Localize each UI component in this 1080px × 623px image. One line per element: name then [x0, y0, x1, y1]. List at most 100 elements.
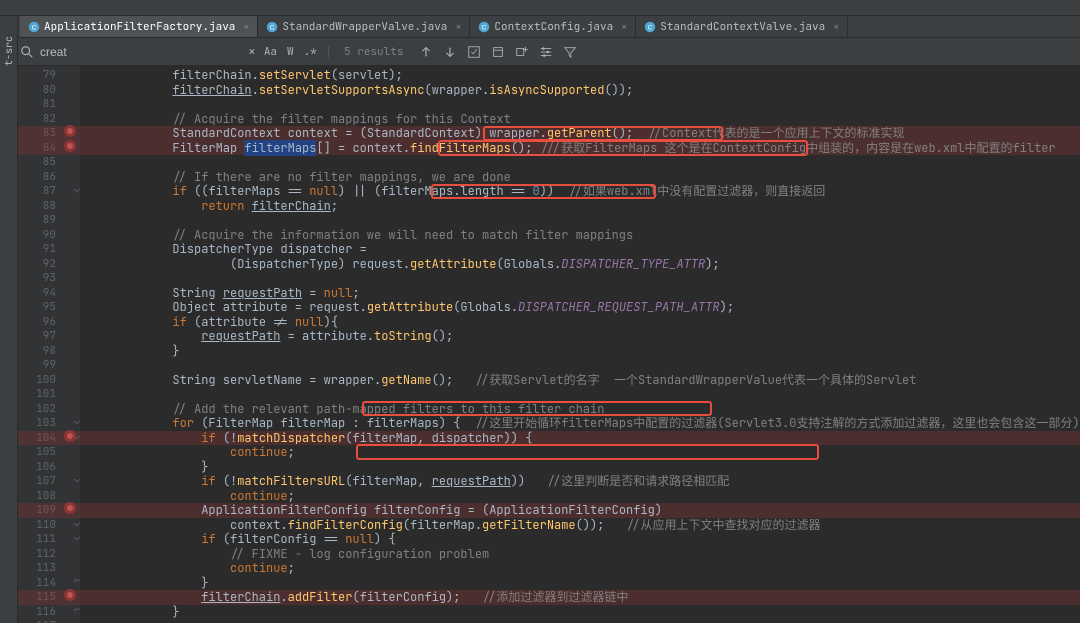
line-number[interactable]: 110 — [18, 518, 62, 533]
line-number[interactable]: 91 — [18, 242, 62, 257]
code-line[interactable]: // Add the relevant path-mapped filters … — [86, 402, 1080, 417]
code-line[interactable]: StandardContext context = (StandardConte… — [18, 126, 1080, 141]
next-match-icon[interactable] — [443, 45, 457, 59]
code-line[interactable]: } — [86, 605, 1080, 620]
code-line[interactable]: DispatcherType dispatcher = — [86, 242, 1080, 257]
code-line[interactable]: continue; — [86, 561, 1080, 576]
line-number[interactable]: 89 — [18, 213, 62, 228]
search-clear-icon[interactable]: × — [248, 43, 256, 60]
code-line[interactable]: Object attribute = request.getAttribute(… — [86, 300, 1080, 315]
tab-3[interactable]: CStandardContextValve.java× — [636, 16, 848, 37]
line-number[interactable]: 96 — [18, 315, 62, 330]
code-line[interactable]: (DispatcherType) request.getAttribute(Gl… — [86, 257, 1080, 272]
line-number[interactable]: 111 — [18, 532, 62, 547]
select-all-icon[interactable] — [467, 45, 481, 59]
code-line[interactable]: if (attribute != null){ — [86, 315, 1080, 330]
line-number[interactable]: 80 — [18, 83, 62, 98]
line-number[interactable]: 102 — [18, 402, 62, 417]
line-number[interactable]: 112 — [18, 547, 62, 562]
line-number[interactable]: 82 — [18, 112, 62, 127]
code-line[interactable] — [86, 213, 1080, 228]
line-number[interactable]: 79 — [18, 68, 62, 83]
line-number[interactable]: 101 — [18, 387, 62, 402]
line-number[interactable]: 108 — [18, 489, 62, 504]
code-line[interactable]: requestPath = attribute.toString(); — [86, 329, 1080, 344]
code-line[interactable]: // Acquire the filter mappings for this … — [86, 112, 1080, 127]
line-number[interactable]: 94 — [18, 286, 62, 301]
code-line[interactable]: } — [86, 344, 1080, 359]
code-area[interactable]: filterChain.setServlet(servlet); filterC… — [86, 66, 1080, 623]
code-line[interactable]: String servletName = wrapper.getName(); … — [86, 373, 1080, 388]
close-icon[interactable]: × — [833, 20, 839, 33]
match-opt-aa[interactable]: Aa — [264, 45, 277, 59]
line-number[interactable]: 85 — [18, 155, 62, 170]
settings-icon[interactable] — [539, 45, 553, 59]
line-number[interactable]: 86 — [18, 170, 62, 185]
match-opt-.*[interactable]: .* — [304, 45, 317, 59]
close-icon[interactable]: × — [243, 20, 249, 33]
tab-1[interactable]: CStandardWrapperValve.java× — [258, 16, 470, 37]
tab-2[interactable]: CContextConfig.java× — [470, 16, 636, 37]
line-number[interactable]: 100 — [18, 373, 62, 388]
code-line[interactable] — [86, 619, 1080, 623]
line-number[interactable]: 116 — [18, 605, 62, 620]
fold-icon[interactable]: ⌄ — [74, 530, 84, 545]
fold-icon[interactable]: ⌐ — [74, 603, 84, 618]
code-line[interactable]: filterChain.setServlet(servlet); — [86, 68, 1080, 83]
line-number[interactable]: 106 — [18, 460, 62, 475]
code-line[interactable] — [86, 358, 1080, 373]
fold-icon[interactable]: ⌄ — [74, 516, 84, 531]
match-opt-w[interactable]: W — [287, 45, 294, 59]
code-line[interactable] — [86, 155, 1080, 170]
code-line[interactable] — [86, 271, 1080, 286]
prev-match-icon[interactable] — [419, 45, 433, 59]
code-line[interactable]: // FIXME - log configuration problem — [86, 547, 1080, 562]
code-line[interactable]: ApplicationFilterConfig filterConfig = (… — [18, 503, 1080, 518]
line-number[interactable]: 87 — [18, 184, 62, 199]
code-line[interactable]: context.findFilterConfig(filterMap.getFi… — [86, 518, 1080, 533]
line-number[interactable]: 107 — [18, 474, 62, 489]
code-line[interactable]: String requestPath = null; — [86, 286, 1080, 301]
line-number[interactable]: 95 — [18, 300, 62, 315]
code-line[interactable]: filterChain.addFilter(filterConfig); //添… — [18, 590, 1080, 605]
line-number[interactable]: 98 — [18, 344, 62, 359]
fold-icon[interactable]: ⌄ — [74, 472, 84, 487]
code-line[interactable]: if ((filterMaps == null) || (filterMaps.… — [86, 184, 1080, 199]
code-line[interactable]: if (filterConfig == null) { — [86, 532, 1080, 547]
line-number[interactable]: 103 — [18, 416, 62, 431]
fold-icon[interactable]: ⌄ — [74, 429, 84, 444]
line-number[interactable]: 92 — [18, 257, 62, 272]
line-number[interactable]: 105 — [18, 445, 62, 460]
code-line[interactable]: // Acquire the information we will need … — [86, 228, 1080, 243]
code-line[interactable] — [86, 387, 1080, 402]
code-line[interactable]: for (FilterMap filterMap : filterMaps) {… — [86, 416, 1080, 431]
code-line[interactable]: continue; — [86, 489, 1080, 504]
code-line[interactable]: if (!matchFiltersURL(filterMap, requestP… — [86, 474, 1080, 489]
fold-icon[interactable]: ⌐ — [74, 574, 84, 589]
line-number[interactable]: 114 — [18, 576, 62, 591]
code-line[interactable]: FilterMap filterMaps[] = context.findFil… — [18, 141, 1080, 156]
line-number[interactable]: 99 — [18, 358, 62, 373]
code-editor[interactable]: 7980818283848586878889909192939495969798… — [18, 66, 1080, 623]
line-number[interactable]: 90 — [18, 228, 62, 243]
tab-0[interactable]: CApplicationFilterFactory.java× — [20, 16, 258, 37]
line-number[interactable]: 117 — [18, 619, 62, 623]
search-input[interactable] — [40, 45, 240, 59]
line-number[interactable]: 88 — [18, 199, 62, 214]
code-line[interactable]: filterChain.setServletSupportsAsync(wrap… — [86, 83, 1080, 98]
line-number[interactable]: 97 — [18, 329, 62, 344]
filter-icon[interactable] — [563, 45, 577, 59]
code-line[interactable]: return filterChain; — [86, 199, 1080, 214]
new-window-icon[interactable] — [491, 45, 505, 59]
fold-icon[interactable]: ⌄ — [74, 414, 84, 429]
line-number[interactable]: 81 — [18, 97, 62, 112]
code-line[interactable] — [86, 97, 1080, 112]
code-line[interactable]: continue; — [86, 445, 1080, 460]
close-icon[interactable]: × — [455, 20, 461, 33]
fold-icon[interactable]: ⌄ — [74, 182, 84, 197]
code-line[interactable]: } — [86, 576, 1080, 591]
line-number[interactable]: 113 — [18, 561, 62, 576]
code-line[interactable]: // If there are no filter mappings, we a… — [86, 170, 1080, 185]
code-line[interactable]: if (!matchDispatcher(filterMap, dispatch… — [18, 431, 1080, 446]
add-sel-icon[interactable] — [515, 45, 529, 59]
